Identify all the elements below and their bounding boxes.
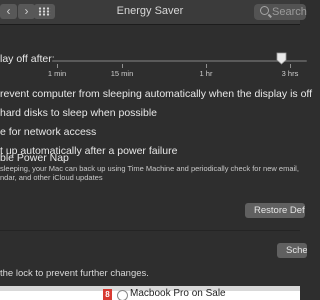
slider-tick — [57, 64, 58, 68]
option-prevent-sleep[interactable]: revent computer from sleeping automatica… — [0, 88, 312, 100]
power-nap-description-line: ndar, and other iCloud updates — [0, 173, 103, 182]
display-sleep-slider-track[interactable] — [52, 60, 307, 62]
tick-label-15min: 15 min — [110, 69, 134, 78]
background-web-page: 8 Macbook Pro on Sale — [0, 286, 300, 300]
promo-link[interactable]: Macbook Pro on Sale — [130, 288, 226, 299]
search-icon — [260, 6, 269, 15]
power-nap-description: sleeping, your Mac can back up using Tim… — [0, 164, 300, 182]
option-power-nap[interactable]: ble Power Nap — [0, 152, 69, 164]
title-bar: ‹ › Energy Saver Search — [0, 0, 307, 25]
slider-tick — [122, 64, 123, 68]
display-off-label: lay off after: — [0, 53, 55, 65]
tick-label-1min: 1 min — [47, 69, 67, 78]
slider-tick — [290, 64, 291, 68]
schedule-button[interactable]: Schedule... — [277, 243, 307, 258]
divider — [0, 230, 300, 231]
search-placeholder: Search — [272, 6, 307, 18]
tick-label-3hrs: 3 hrs — [281, 69, 299, 78]
notification-badge: 8 — [103, 289, 112, 300]
slider-tick — [206, 64, 207, 68]
power-nap-description-line: sleeping, your Mac can back up using Tim… — [0, 164, 299, 173]
promo-icon — [117, 290, 128, 300]
tick-label-1hr: 1 hr — [199, 69, 213, 78]
option-hard-disks-sleep[interactable]: hard disks to sleep when possible — [0, 107, 157, 119]
slider-thumb[interactable] — [276, 52, 287, 65]
option-wake-network[interactable]: e for network access — [0, 126, 96, 138]
lock-message: the lock to prevent further changes. — [0, 268, 149, 279]
restore-defaults-button[interactable]: Restore Defaults — [245, 203, 305, 218]
search-field[interactable]: Search — [254, 4, 307, 20]
